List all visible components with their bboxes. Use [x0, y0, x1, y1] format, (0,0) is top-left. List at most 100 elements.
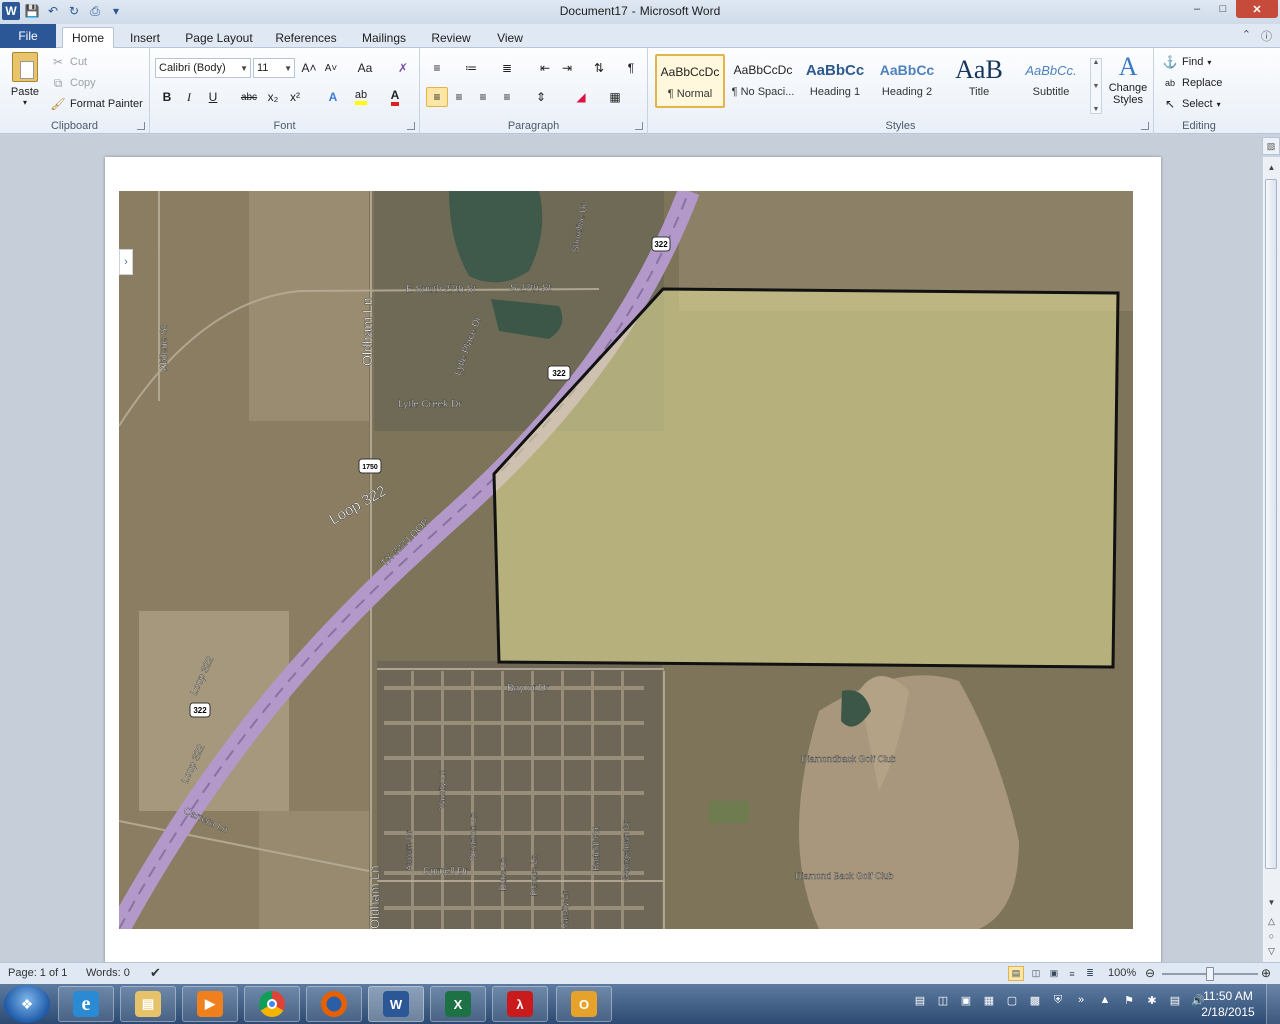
font-launcher-icon[interactable]: [407, 122, 415, 130]
help-icon[interactable]: ⓘ: [1261, 28, 1272, 44]
proofing-icon[interactable]: ✔: [150, 965, 161, 981]
style-subtitle[interactable]: AaBbCc. Subtitle: [1016, 54, 1086, 108]
taskbar-firefox[interactable]: [306, 986, 362, 1022]
taskbar-word[interactable]: W: [368, 986, 424, 1022]
vertical-scrollbar[interactable]: ▲ ▼ △ ○ ▽: [1262, 157, 1280, 962]
bluetooth-icon[interactable]: ✱: [1144, 992, 1160, 1008]
tab-insert[interactable]: Insert: [122, 27, 168, 48]
text-effects-icon[interactable]: A: [322, 87, 344, 107]
style-heading-1[interactable]: AaBbCc Heading 1: [800, 54, 870, 108]
tab-home[interactable]: Home: [62, 27, 114, 48]
multilevel-list-icon[interactable]: ≣: [496, 58, 518, 78]
cut-button[interactable]: ✂ Cut: [50, 52, 87, 72]
shading-icon[interactable]: ◢: [570, 87, 592, 107]
replace-button[interactable]: ab Replace: [1162, 73, 1222, 93]
tab-mailings[interactable]: Mailings: [354, 27, 414, 48]
network-icon[interactable]: ▤: [1167, 992, 1183, 1008]
print-layout-view-icon[interactable]: ▤: [1008, 966, 1024, 981]
restore-button[interactable]: □: [1210, 0, 1236, 18]
view-ruler-icon[interactable]: ▧: [1262, 137, 1280, 155]
tab-references[interactable]: References: [268, 27, 344, 48]
clear-formatting-icon[interactable]: ✗: [392, 58, 414, 78]
navigation-pane-toggle-icon[interactable]: ›: [119, 249, 133, 275]
select-button[interactable]: ↖ Select ▾: [1162, 94, 1221, 114]
scroll-up-icon[interactable]: ▲: [1093, 59, 1100, 66]
zoom-in-icon[interactable]: ⊕: [1261, 966, 1271, 980]
taskbar-chrome[interactable]: [244, 986, 300, 1022]
show-desktop-button[interactable]: [1266, 984, 1280, 1024]
taskbar-adobe-reader[interactable]: λ: [492, 986, 548, 1022]
change-case-button[interactable]: Aa: [350, 58, 380, 78]
minimize-button[interactable]: –: [1184, 0, 1210, 18]
style-title[interactable]: AaB Title: [944, 54, 1014, 108]
more-styles-icon[interactable]: ▼: [1093, 106, 1100, 113]
scroll-down-icon[interactable]: ▼: [1263, 894, 1280, 910]
increase-indent-icon[interactable]: ⇥: [556, 58, 578, 78]
tab-page-layout[interactable]: Page Layout: [180, 27, 258, 48]
format-painter-button[interactable]: 🖌 Format Painter: [50, 94, 142, 114]
change-styles-button[interactable]: A Change Styles: [1104, 52, 1152, 118]
align-right-icon[interactable]: ≡: [472, 87, 494, 107]
minimize-ribbon-icon[interactable]: ⌃: [1242, 28, 1251, 44]
highlight-button[interactable]: ab: [350, 87, 372, 107]
document-page[interactable]: 322 322 322 1750 E South 27th St S 27th …: [105, 157, 1161, 962]
line-spacing-icon[interactable]: ⇕: [530, 87, 552, 107]
system-clock[interactable]: 11:50 AM 2/18/2015: [1196, 988, 1260, 1020]
paste-button[interactable]: Paste ▾: [8, 52, 42, 108]
scroll-up-icon[interactable]: ▲: [1263, 159, 1280, 175]
decrease-indent-icon[interactable]: ⇤: [534, 58, 556, 78]
folder-tray-icon[interactable]: ▤: [912, 992, 928, 1008]
scroll-down-icon[interactable]: ▼: [1093, 83, 1100, 90]
app-tray-icon[interactable]: ▣: [958, 992, 974, 1008]
draft-view-icon[interactable]: ≣: [1082, 966, 1098, 981]
taskbar-excel[interactable]: X: [430, 986, 486, 1022]
copy-button[interactable]: ⧉ Copy: [50, 73, 96, 93]
page-count[interactable]: Page: 1 of 1: [8, 967, 67, 979]
bullets-icon[interactable]: ≡: [426, 58, 448, 78]
style-heading-2[interactable]: AaBbCc Heading 2: [872, 54, 942, 108]
justify-icon[interactable]: ≡: [496, 87, 518, 107]
subscript-button[interactable]: x₂: [262, 87, 284, 107]
clipboard-launcher-icon[interactable]: [137, 122, 145, 130]
next-page-icon[interactable]: ▽: [1263, 944, 1280, 958]
align-center-icon[interactable]: ≡: [448, 87, 470, 107]
style-no-spacing[interactable]: AaBbCcDc ¶ No Spaci...: [728, 54, 798, 108]
numbering-icon[interactable]: ≔: [460, 58, 482, 78]
overflow-icon[interactable]: »: [1073, 992, 1089, 1008]
shield-icon[interactable]: ⛨: [1050, 992, 1066, 1008]
web-layout-icon[interactable]: ▣: [1046, 966, 1062, 981]
word-count[interactable]: Words: 0: [86, 967, 130, 979]
italic-button[interactable]: I: [178, 87, 200, 107]
start-button-icon[interactable]: ❖: [4, 985, 50, 1023]
sort-icon[interactable]: ⇅: [588, 58, 610, 78]
underline-button[interactable]: U: [202, 87, 224, 107]
strikethrough-button[interactable]: abc: [238, 87, 260, 107]
styles-gallery-scroll[interactable]: ▲ ▼ ▼: [1090, 58, 1102, 114]
borders-icon[interactable]: ▦: [604, 87, 626, 107]
show-formatting-marks-button[interactable]: ¶: [620, 58, 642, 78]
zoom-slider-thumb[interactable]: [1206, 967, 1214, 981]
monitor-icon[interactable]: ▩: [1027, 992, 1043, 1008]
previous-page-icon[interactable]: △: [1263, 914, 1280, 928]
document-area[interactable]: 322 322 322 1750 E South 27th St S 27th …: [0, 135, 1262, 962]
outline-view-icon[interactable]: ≡: [1064, 966, 1080, 981]
zoom-out-icon[interactable]: ⊖: [1145, 966, 1155, 980]
action-center-flag-icon[interactable]: ⚑: [1121, 992, 1137, 1008]
font-size-combo[interactable]: 11 ▼: [253, 58, 295, 78]
aerial-map-image[interactable]: 322 322 322 1750 E South 27th St S 27th …: [119, 191, 1133, 929]
paragraph-launcher-icon[interactable]: [635, 122, 643, 130]
bold-button[interactable]: B: [156, 87, 178, 107]
show-hidden-icons[interactable]: ▲: [1096, 992, 1114, 1008]
tab-view[interactable]: View: [488, 27, 532, 48]
taskbar-windows-explorer[interactable]: ▤: [120, 986, 176, 1022]
font-color-button[interactable]: A: [384, 87, 406, 107]
font-family-combo[interactable]: Calibri (Body) ▼: [155, 58, 251, 78]
document-tray-icon[interactable]: ◫: [935, 992, 951, 1008]
superscript-button[interactable]: x²: [284, 87, 306, 107]
select-browse-object-icon[interactable]: ○: [1263, 929, 1280, 943]
tab-file[interactable]: File: [0, 24, 56, 48]
network-share-icon[interactable]: ▦: [981, 992, 997, 1008]
align-left-icon[interactable]: ≡: [426, 87, 448, 107]
computer-icon[interactable]: ▢: [1004, 992, 1020, 1008]
zoom-level[interactable]: 100%: [1108, 967, 1136, 979]
